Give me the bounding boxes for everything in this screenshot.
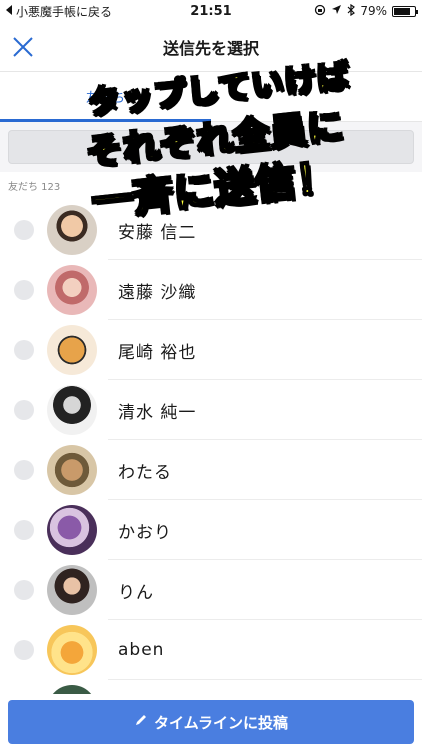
close-icon (13, 37, 33, 57)
back-to-app[interactable]: 小悪魔手帳に戻る (6, 3, 112, 20)
avatar (47, 445, 97, 495)
friend-row[interactable]: 尾崎 裕也 (0, 320, 422, 380)
bluetooth-icon (347, 3, 356, 19)
avatar (47, 325, 97, 375)
header: 送信先を選択 (0, 22, 422, 72)
friend-name: りん (118, 582, 154, 603)
select-radio[interactable] (14, 340, 34, 360)
tab-bar: 友だち (0, 72, 422, 122)
avatar (47, 565, 97, 615)
select-radio[interactable] (14, 280, 34, 300)
page-title: 送信先を選択 (162, 38, 259, 58)
select-radio[interactable] (14, 640, 34, 660)
friend-row[interactable]: 遠藤 沙織 (0, 260, 422, 320)
friends-count-label: 友だち 123 (8, 182, 61, 193)
friend-row[interactable]: 安藤 信二 (0, 200, 422, 260)
back-arrow-icon (6, 4, 13, 18)
battery-percent: 79% (360, 4, 387, 18)
close-button[interactable] (10, 34, 36, 60)
bottom-bar: タイムラインに投稿 (0, 694, 422, 750)
post-to-timeline-label: タイムラインに投稿 (154, 713, 288, 732)
back-to-app-label: 小悪魔手帳に戻る (16, 4, 113, 19)
friend-row[interactable]: 清水 純一 (0, 380, 422, 440)
select-radio[interactable] (14, 460, 34, 480)
select-radio[interactable] (14, 580, 34, 600)
friend-name: かおり (118, 522, 172, 543)
status-bar: 小悪魔手帳に戻る 21:51 79% (0, 0, 422, 22)
avatar (47, 625, 97, 675)
post-to-timeline-button[interactable]: タイムラインに投稿 (8, 700, 414, 744)
friend-name: 遠藤 沙織 (118, 282, 197, 303)
search-area (0, 122, 422, 172)
select-radio[interactable] (14, 520, 34, 540)
friend-row[interactable]: わたる (0, 440, 422, 500)
tab-groups[interactable] (211, 72, 422, 121)
search-input[interactable] (8, 130, 414, 164)
location-icon (331, 4, 342, 18)
friend-row[interactable]: aben (0, 620, 422, 680)
friend-row[interactable]: かおり (0, 500, 422, 560)
tab-friends[interactable]: 友だち (0, 72, 211, 122)
friend-list: 安藤 信二 遠藤 沙織 尾崎 裕也 清水 純一 わたる かおり りん aben (0, 200, 422, 740)
friend-name: 清水 純一 (118, 402, 197, 423)
select-radio[interactable] (14, 400, 34, 420)
avatar (47, 505, 97, 555)
rotation-lock-icon (314, 4, 326, 19)
select-radio[interactable] (14, 220, 34, 240)
avatar (47, 385, 97, 435)
friend-row[interactable]: りん (0, 560, 422, 620)
avatar (47, 205, 97, 255)
avatar (47, 265, 97, 315)
pencil-icon (134, 713, 148, 731)
friend-name: aben (118, 640, 165, 660)
friend-name: わたる (118, 462, 172, 483)
friend-name: 安藤 信二 (118, 222, 197, 243)
battery-icon (392, 5, 418, 17)
friend-name: 尾崎 裕也 (118, 342, 197, 363)
